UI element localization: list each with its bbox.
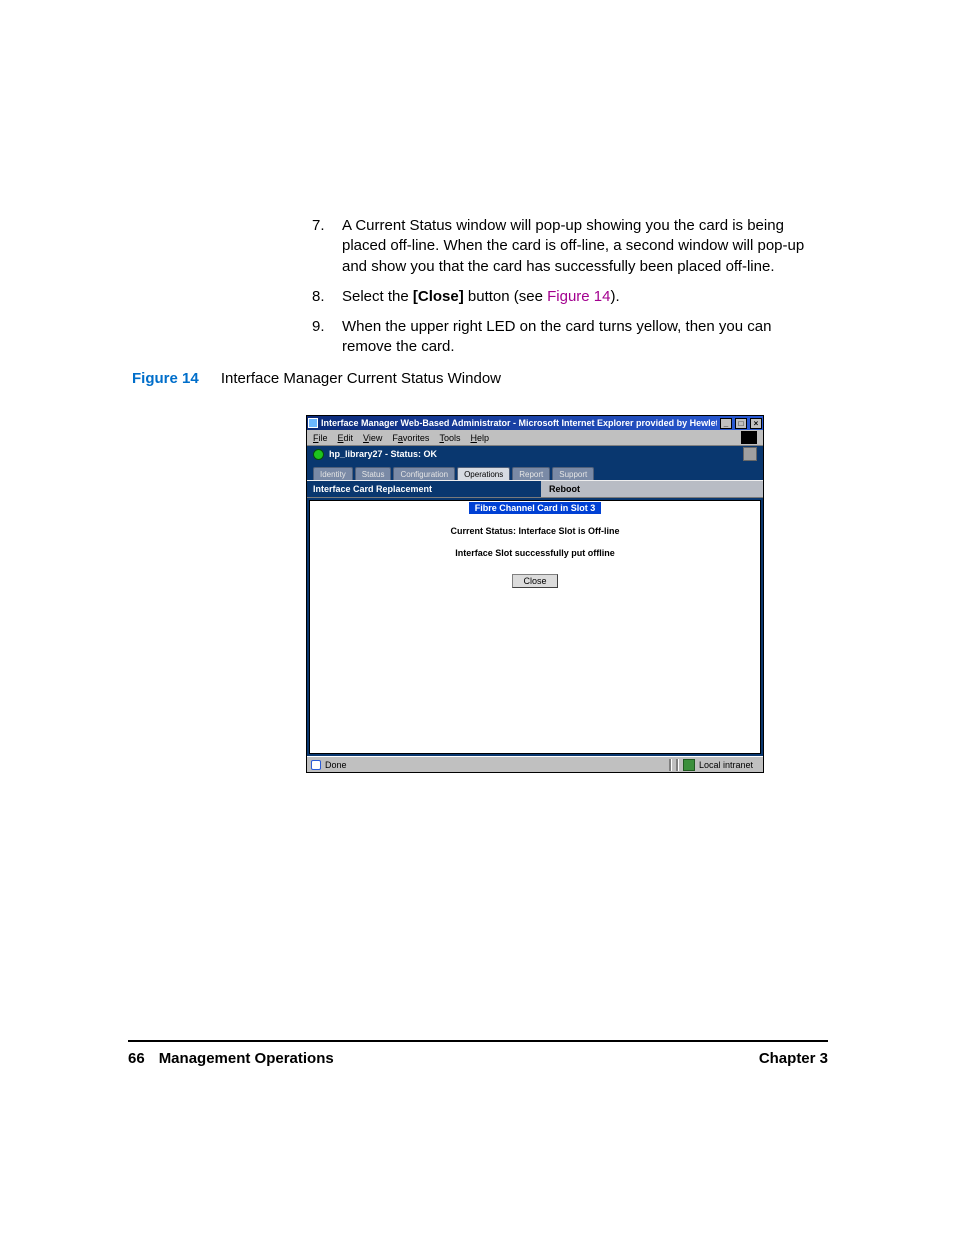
close-button[interactable]: Close [512,574,557,588]
page-number: 66 [128,1050,145,1067]
subheader-right[interactable]: Reboot [541,484,763,494]
card-banner: Fibre Channel Card in Slot 3 [469,502,602,514]
window-title: Interface Manager Web-Based Administrato… [321,418,717,428]
footer-rule [128,1040,828,1042]
figure-label: Figure 14 [132,370,199,387]
step-8: 8. Select the [Close] button (see Figure… [312,287,822,307]
subheader-left: Interface Card Replacement [307,481,541,497]
step-9: 9. When the upper right LED on the card … [312,317,822,358]
security-zone: Local intranet [699,760,759,770]
status-separator [676,759,679,771]
current-status-line: Current Status: Interface Slot is Off-li… [450,526,619,536]
tab-identity[interactable]: Identity [313,467,353,480]
menu-view[interactable]: View [363,433,382,443]
step-text: Select the [Close] button (see Figure 14… [342,287,620,307]
step-text: A Current Status window will pop-up show… [342,216,822,277]
footer-section: Management Operations [159,1050,334,1067]
maximize-button[interactable]: □ [735,418,747,429]
page-footer: 66 Management Operations Chapter 3 [128,1050,828,1067]
step-number: 7. [312,216,342,277]
tab-row: Identity Status Configuration Operations… [307,462,763,480]
page-icon [311,760,321,770]
status-led-icon [313,449,324,460]
step-number: 8. [312,287,342,307]
status-separator [669,759,672,771]
ie-icon [308,418,318,428]
tab-configuration[interactable]: Configuration [393,467,455,480]
step-text: When the upper right LED on the card tur… [342,317,822,358]
library-status-text: hp_library27 - Status: OK [329,449,437,459]
browser-menubar: File Edit View Favorites Tools Help [307,430,763,446]
step-number: 9. [312,317,342,358]
menu-help[interactable]: Help [470,433,489,443]
close-window-button[interactable]: × [750,418,762,429]
status-done: Done [325,760,347,770]
menu-edit[interactable]: Edit [338,433,354,443]
figure-title: Interface Manager Current Status Window [221,370,501,387]
browser-status-bar: Done Local intranet [307,756,763,772]
footer-chapter: Chapter 3 [759,1050,828,1067]
menu-file[interactable]: File [313,433,328,443]
screenshot-window: Interface Manager Web-Based Administrato… [306,415,764,773]
menu-tools[interactable]: Tools [439,433,460,443]
zone-icon [683,759,695,771]
content-area: Fibre Channel Card in Slot 3 Current Sta… [309,500,761,754]
content-frame: Fibre Channel Card in Slot 3 Current Sta… [307,498,763,756]
window-titlebar: Interface Manager Web-Based Administrato… [307,416,763,430]
minimize-button[interactable]: _ [720,418,732,429]
step-7: 7. A Current Status window will pop-up s… [312,216,822,277]
figure-caption: Figure 14 Interface Manager Current Stat… [132,370,501,387]
figure-cross-ref[interactable]: Figure 14 [547,288,610,305]
sub-header: Interface Card Replacement Reboot [307,480,763,498]
tab-report[interactable]: Report [512,467,550,480]
library-status-bar: hp_library27 - Status: OK [307,446,763,462]
status-square-icon [743,447,757,461]
tab-operations[interactable]: Operations [457,467,510,480]
ie-logo-icon [741,431,757,444]
status-message-line: Interface Slot successfully put offline [455,548,615,558]
tab-status[interactable]: Status [355,467,392,480]
tab-support[interactable]: Support [552,467,594,480]
menu-favorites[interactable]: Favorites [392,433,429,443]
